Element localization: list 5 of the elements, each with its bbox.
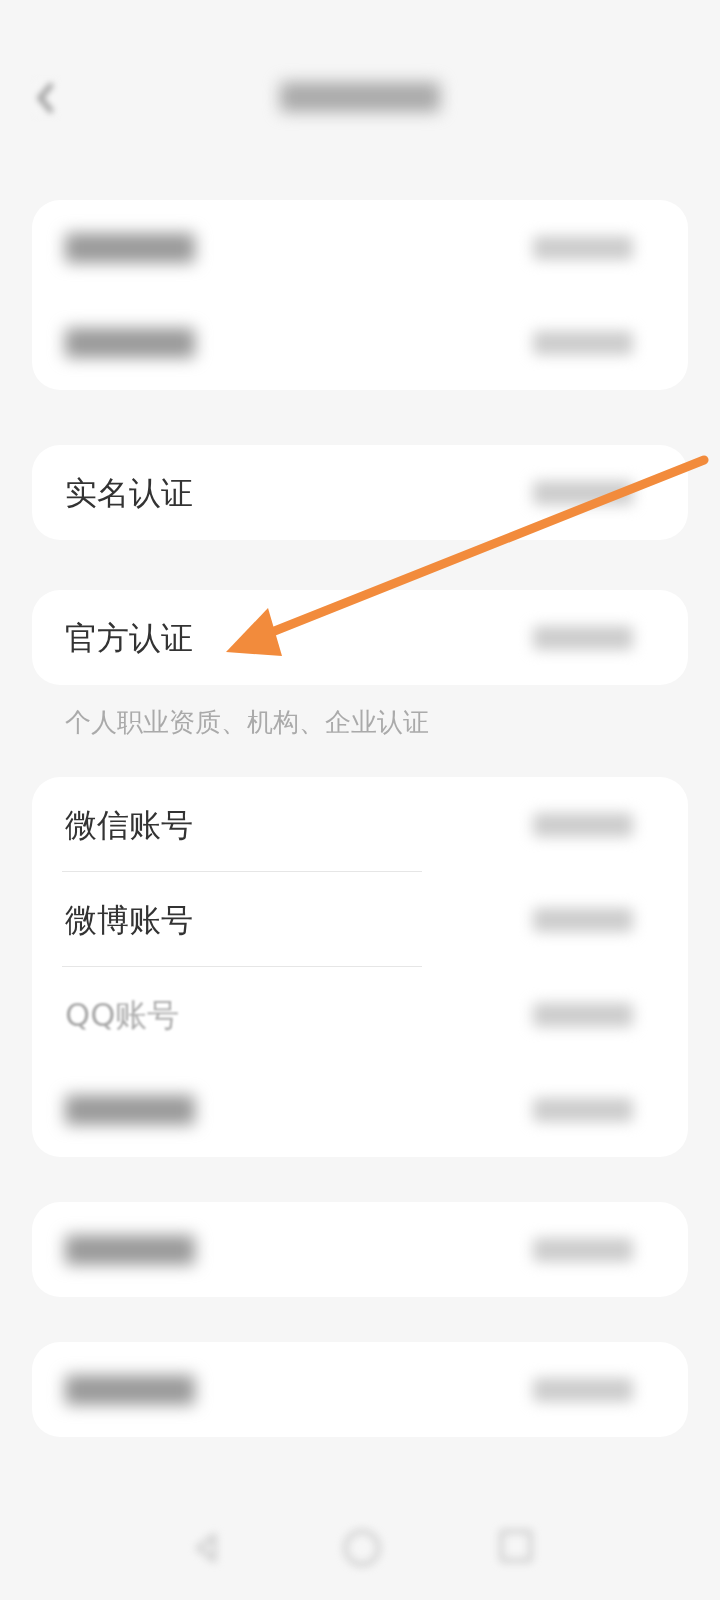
row-label[interactable]: 微博账号 (65, 895, 193, 944)
row-label[interactable]: 微信账号 (65, 800, 193, 849)
row-label[interactable]: 实名认证 (65, 468, 193, 517)
row-label[interactable]: 官方认证 (65, 613, 193, 662)
caption-text: 个人职业资质、机构、企业认证 (64, 706, 430, 739)
